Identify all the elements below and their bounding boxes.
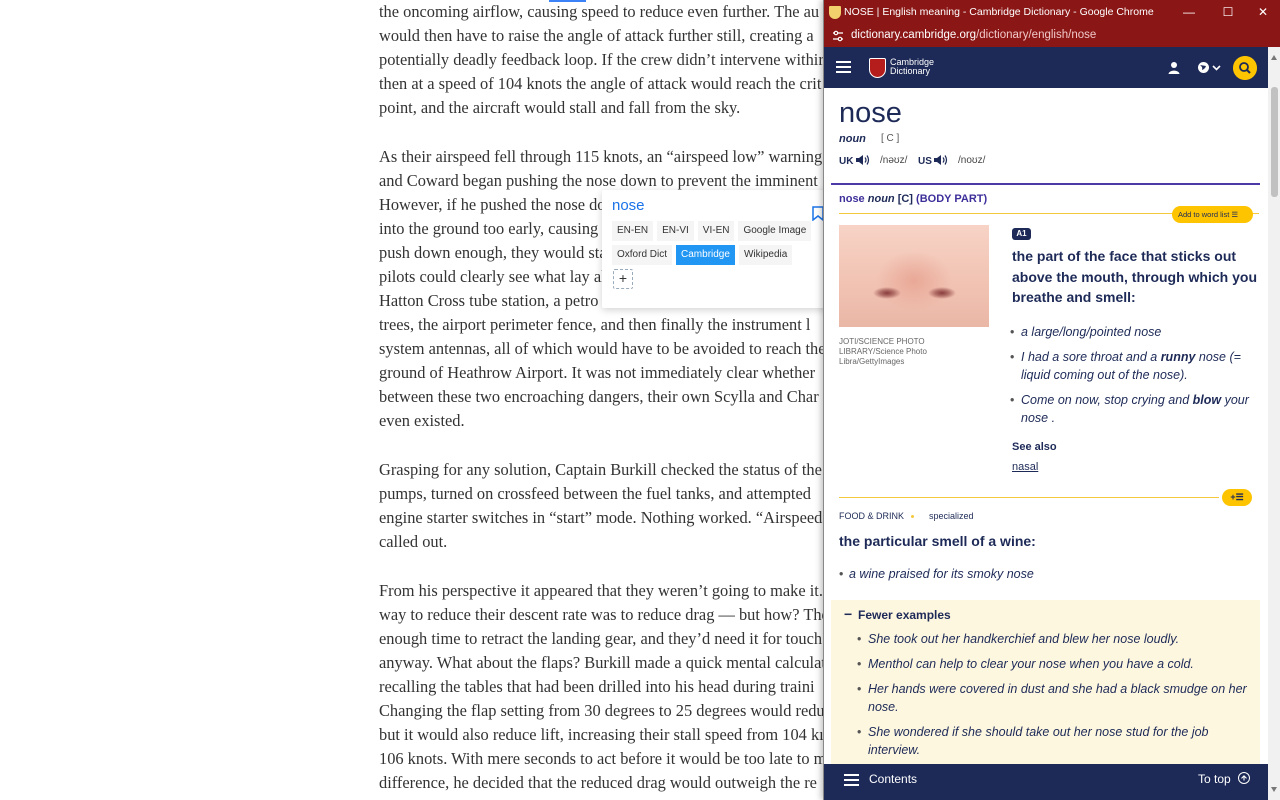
add-to-word-list-small-button[interactable]: +☰ <box>1222 489 1252 506</box>
source-en-en[interactable]: EN-EN <box>612 221 654 241</box>
us-pronunciation: /noʊz/ <box>958 155 986 166</box>
add-source-button[interactable]: + <box>613 269 633 289</box>
see-also-label: See also <box>1012 441 1057 453</box>
dictionary-entry: nose noun [ C ] UK /nəʊz/ US /noʊz/ nose… <box>824 88 1268 764</box>
fewer-examples-toggle[interactable]: Fewer examples <box>858 608 951 622</box>
definition: the part of the face that sticks out abo… <box>1012 248 1257 305</box>
example-1: a large/long/pointed nose <box>1010 323 1250 341</box>
dictionary-lookup-popup: nose EN-EN EN-VI VI-EN Google Image Oxfo… <box>602 190 832 308</box>
example-3: Come on now, stop crying and blow your n… <box>1010 391 1250 427</box>
cambridge-favicon-icon <box>829 6 841 19</box>
scroll-up-arrow-icon[interactable] <box>1271 55 1277 60</box>
more-example-3: Her hands were covered in dust and she h… <box>857 680 1247 716</box>
collapse-minus-icon[interactable]: − <box>844 606 853 622</box>
search-icon[interactable] <box>1233 56 1257 80</box>
cambridge-logo-text[interactable]: Cambridge Dictionary <box>890 58 934 76</box>
maximize-button[interactable]: ☐ <box>1220 4 1236 20</box>
more-examples-panel: − Fewer examples She took out her handke… <box>831 600 1260 764</box>
uk-pronunciation: /nəʊz/ <box>880 155 908 166</box>
chrome-popup-window: NOSE | English meaning - Cambridge Dicti… <box>823 0 1280 800</box>
source-en-vi[interactable]: EN-VI <box>657 221 694 241</box>
source-oxford-dict[interactable]: Oxford Dict <box>612 245 673 265</box>
us-label: US <box>918 156 932 167</box>
arrow-up-circle-icon[interactable] <box>1238 772 1250 784</box>
domain-label[interactable]: FOOD & DRINK <box>839 511 904 521</box>
source-wikipedia[interactable]: Wikipedia <box>738 245 793 265</box>
source-cambridge[interactable]: Cambridge <box>676 245 735 265</box>
scroll-down-arrow-icon[interactable] <box>1271 787 1277 792</box>
menu-icon[interactable] <box>836 61 851 73</box>
window-title: NOSE | English meaning - Cambridge Dicti… <box>844 6 1154 18</box>
uk-label: UK <box>839 156 854 167</box>
article-paragraph-4: From his perspective it appeared that th… <box>379 581 829 792</box>
address-bar[interactable]: dictionary.cambridge.org/dictionary/engl… <box>824 25 1280 47</box>
cambridge-header: Cambridge Dictionary <box>824 47 1268 88</box>
nose-photo <box>839 225 989 327</box>
definition-2: the particular smell of a wine: <box>839 533 1036 549</box>
bottom-navigation-bar: Contents To top <box>824 764 1268 800</box>
headword: nose <box>839 97 902 129</box>
cefr-level-badge: A1 <box>1012 228 1031 240</box>
sense-divider <box>839 497 1219 498</box>
example-wine: a wine praised for its smoky nose <box>839 567 1034 581</box>
more-example-2: Menthol can help to clear your nose when… <box>857 655 1247 673</box>
cambridge-shield-logo[interactable] <box>869 58 886 78</box>
language-globe-icon[interactable] <box>1197 61 1221 74</box>
page-scrollbar[interactable] <box>1268 47 1280 800</box>
article-paragraph-3: Grasping for any solution, Captain Burki… <box>379 460 823 551</box>
sense-header: nose noun [C] (BODY PART) <box>839 193 988 205</box>
popup-source-row-2: Oxford Dict Cambridge Wikipedia <box>612 245 793 265</box>
part-of-speech[interactable]: noun <box>839 133 866 145</box>
site-settings-icon[interactable] <box>832 30 844 42</box>
more-example-1: She took out her handkerchief and blew h… <box>857 630 1247 648</box>
minimize-button[interactable]: — <box>1181 4 1197 20</box>
source-vi-en[interactable]: VI-EN <box>697 221 735 241</box>
add-to-word-list-button[interactable]: Add to word list ☰ <box>1172 206 1253 223</box>
contents-button[interactable]: Contents <box>869 772 917 786</box>
scrollbar-thumb[interactable] <box>1271 87 1278 197</box>
grammar-code[interactable]: [ C ] <box>881 133 899 144</box>
popup-source-row-1: EN-EN EN-VI VI-EN Google Image <box>612 221 812 241</box>
to-top-button[interactable]: To top <box>1198 772 1231 786</box>
us-audio-speaker-icon[interactable] <box>933 154 948 166</box>
url-text[interactable]: dictionary.cambridge.org/dictionary/engl… <box>851 29 1096 41</box>
more-example-4: She wondered if she should take out her … <box>857 723 1247 759</box>
popup-word[interactable]: nose <box>612 197 645 214</box>
section-divider <box>831 183 1260 185</box>
example-2: I had a sore throat and a runny nose (= … <box>1010 348 1250 384</box>
domain-separator-dot <box>911 515 914 518</box>
contents-menu-icon[interactable] <box>844 774 859 786</box>
user-icon[interactable] <box>1168 61 1180 74</box>
register-label[interactable]: specialized <box>929 511 974 521</box>
article-text: the oncoming airflow, causing speed to r… <box>379 0 839 795</box>
image-credit: JOTI/SCIENCE PHOTO LIBRARY/Science Photo… <box>839 337 927 366</box>
source-google-image[interactable]: Google Image <box>738 221 812 241</box>
uk-audio-speaker-icon[interactable] <box>855 154 870 166</box>
title-bar: NOSE | English meaning - Cambridge Dicti… <box>824 0 1280 25</box>
article-paragraph-1: the oncoming airflow, causing speed to r… <box>379 2 824 117</box>
close-button[interactable]: ✕ <box>1255 4 1271 20</box>
see-also-link-nasal[interactable]: nasal <box>1012 461 1038 473</box>
